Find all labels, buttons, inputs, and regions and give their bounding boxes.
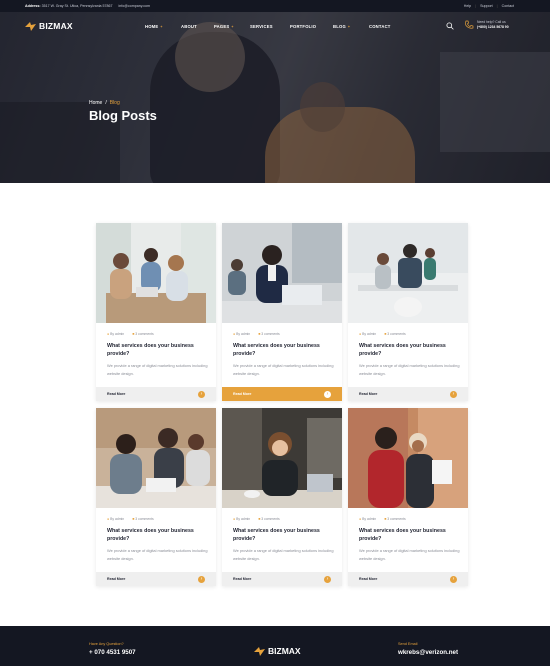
breadcrumb-current: Blog <box>109 100 120 106</box>
arrow-right-icon: › <box>450 390 457 398</box>
contact-link[interactable]: Contact <box>502 4 514 8</box>
post-comments[interactable]: ■3 comments <box>258 332 280 336</box>
user-icon: ● <box>107 332 110 336</box>
help-phone[interactable]: Need help? Call us (+800) 1234 5678 90 <box>464 20 509 30</box>
menu-item-pages[interactable]: PAGES + <box>214 24 250 29</box>
post-excerpt: We provide a range of digital marketing … <box>359 363 460 376</box>
menu-item-services[interactable]: SERVICES <box>250 24 290 29</box>
arrow-right-icon: › <box>324 390 331 398</box>
logo-icon <box>25 21 36 31</box>
post-excerpt: We provide a range of digital marketing … <box>233 548 334 561</box>
phone-number: (+800) 1234 5678 90 <box>477 25 509 29</box>
post-title[interactable]: What services does your business provide… <box>359 527 461 543</box>
top-bar: Address: 3517 W. Gray St. Utica, Pennsyl… <box>0 0 550 12</box>
main-header: BIZMAX HOME + ABOUT PAGES + SERVICES PORTF… <box>0 12 550 40</box>
read-more-button[interactable]: Read More › <box>222 572 342 586</box>
email-label: Send Email <box>398 642 418 646</box>
post-thumbnail[interactable] <box>96 408 216 508</box>
user-icon: ● <box>233 517 236 521</box>
post-author: ●By admin <box>359 517 377 521</box>
arrow-right-icon: › <box>450 575 457 583</box>
arrow-right-icon: › <box>324 575 331 583</box>
blog-card: ●By admin ■3 comments What services does… <box>96 408 216 586</box>
post-author: ●By admin <box>233 517 251 521</box>
post-author: ●By admin <box>107 332 125 336</box>
folder-icon: ■ <box>384 332 387 336</box>
user-icon: ● <box>233 332 236 336</box>
email-link[interactable]: info@company.com <box>119 4 151 8</box>
footer-email-address[interactable]: wkrebs@verizon.net <box>398 649 458 656</box>
post-title[interactable]: What services does your business provide… <box>107 527 209 543</box>
logo-icon <box>254 646 265 656</box>
post-author: ●By admin <box>359 332 377 336</box>
arrow-right-icon: › <box>198 390 205 398</box>
post-author: ●By admin <box>233 332 251 336</box>
read-more-button[interactable]: Read More › <box>222 387 342 401</box>
menu-item-blog[interactable]: BLOG + <box>333 24 369 29</box>
main-menu: HOME + ABOUT PAGES + SERVICES PORTFOLIO BL… <box>145 24 391 29</box>
post-title[interactable]: What services does your business provide… <box>233 527 335 543</box>
user-icon: ● <box>359 517 362 521</box>
blog-card: ●By admin ■3 comments What services does… <box>348 408 468 586</box>
help-link[interactable]: Help <box>464 4 471 8</box>
site-logo[interactable]: BIZMAX <box>25 21 73 31</box>
support-link[interactable]: Support <box>480 4 493 8</box>
post-excerpt: We provide a range of digital marketing … <box>233 363 334 376</box>
menu-item-portfolio[interactable]: PORTFOLIO <box>290 24 333 29</box>
folder-icon: ■ <box>132 332 135 336</box>
post-title[interactable]: What services does your business provide… <box>233 342 335 358</box>
post-title[interactable]: What services does your business provide… <box>107 342 209 358</box>
post-excerpt: We provide a range of digital marketing … <box>107 548 208 561</box>
folder-icon: ■ <box>258 517 261 521</box>
read-more-button[interactable]: Read More › <box>96 572 216 586</box>
question-label: Have Any Question? <box>89 642 124 646</box>
phone-icon <box>465 20 474 29</box>
read-more-button[interactable]: Read More › <box>348 572 468 586</box>
search-icon[interactable] <box>446 22 454 30</box>
blog-card: ●By admin ■3 comments What services does… <box>348 223 468 401</box>
address-text: Address: 3517 W. Gray St. Utica, Pennsyl… <box>25 4 113 8</box>
post-excerpt: We provide a range of digital marketing … <box>359 548 460 561</box>
folder-icon: ■ <box>258 332 261 336</box>
page-title: Blog Posts <box>89 108 157 123</box>
menu-item-about[interactable]: ABOUT <box>181 24 214 29</box>
post-comments[interactable]: ■3 comments <box>384 332 406 336</box>
post-thumbnail[interactable] <box>348 223 468 323</box>
user-icon: ● <box>107 517 110 521</box>
post-thumbnail[interactable] <box>222 408 342 508</box>
folder-icon: ■ <box>132 517 135 521</box>
footer-email: Send Email wkrebs@verizon.net <box>398 642 458 656</box>
blog-card: ●By admin ■3 comments What services does… <box>222 408 342 586</box>
folder-icon: ■ <box>384 517 387 521</box>
breadcrumb: Home / Blog <box>89 100 120 106</box>
post-title[interactable]: What services does your business provide… <box>359 342 461 358</box>
footer-question: Have Any Question? + 070 4531 9507 <box>89 642 136 656</box>
user-icon: ● <box>359 332 362 336</box>
blog-card: ●By admin ■3 comments What services does… <box>96 223 216 401</box>
blog-card: ●By admin ■3 comments What services does… <box>222 223 342 401</box>
post-author: ●By admin <box>107 517 125 521</box>
footer-phone[interactable]: + 070 4531 9507 <box>89 649 136 656</box>
logo-text: BIZMAX <box>39 21 73 31</box>
menu-item-contact[interactable]: CONTACT <box>369 24 391 29</box>
post-excerpt: We provide a range of digital marketing … <box>107 363 208 376</box>
menu-item-home[interactable]: HOME + <box>145 24 181 29</box>
read-more-button[interactable]: Read More › <box>96 387 216 401</box>
post-thumbnail[interactable] <box>96 223 216 323</box>
post-thumbnail[interactable] <box>348 408 468 508</box>
breadcrumb-home[interactable]: Home <box>89 100 102 106</box>
footer-logo[interactable]: BIZMAX <box>254 646 301 656</box>
read-more-button[interactable]: Read More › <box>348 387 468 401</box>
post-comments[interactable]: ■3 comments <box>132 332 154 336</box>
arrow-right-icon: › <box>198 575 205 583</box>
post-comments[interactable]: ■3 comments <box>258 517 280 521</box>
post-thumbnail[interactable] <box>222 223 342 323</box>
post-comments[interactable]: ■3 comments <box>132 517 154 521</box>
post-comments[interactable]: ■3 comments <box>384 517 406 521</box>
